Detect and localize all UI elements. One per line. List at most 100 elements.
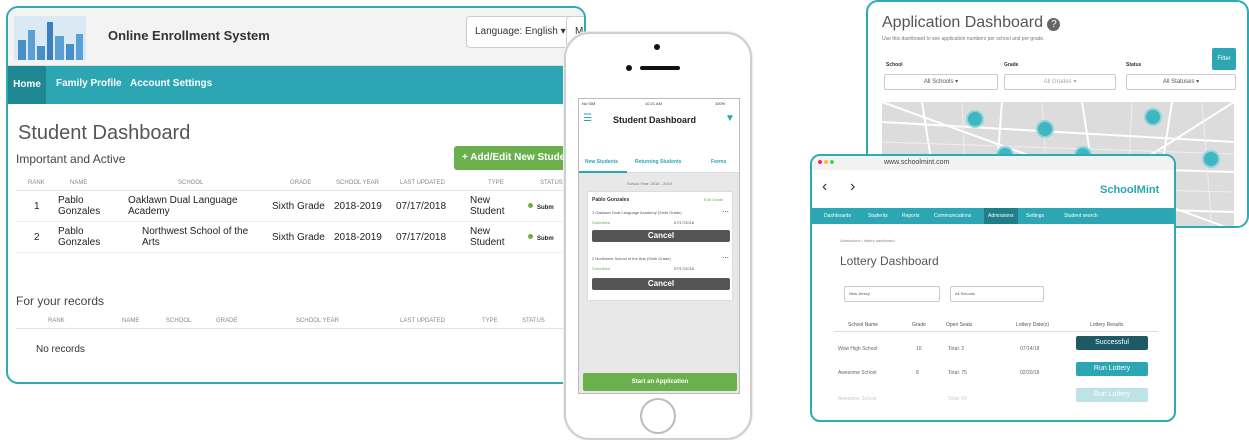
row-school: Wow High School [838, 346, 878, 352]
app-date: 07/17/2018 [674, 266, 695, 271]
run-lottery-button[interactable]: Run Lottery [1076, 388, 1148, 402]
row-type: New Student [458, 221, 522, 253]
sensor-icon [626, 65, 632, 71]
plus-icon: + [462, 152, 468, 163]
edit-grade-link[interactable]: Edit Grade [704, 197, 723, 202]
row-grade: Sixth Grade [266, 190, 328, 222]
schools-select[interactable]: All Schools [950, 286, 1044, 302]
row-school: Oaklawn Dual Language Academy [124, 190, 266, 222]
app-status: Submitted [592, 220, 611, 225]
row-seats: Total: 54 [948, 396, 967, 402]
col-rank: RANK [16, 176, 58, 191]
phone-title: Student Dashboard [613, 115, 697, 125]
active-tab-indicator [579, 171, 627, 173]
filter-icon[interactable]: ▼ [725, 113, 735, 124]
page-title: Student Dashboard [18, 122, 191, 144]
start-application-button[interactable]: Start an Application [583, 373, 737, 391]
school-pin-icon[interactable] [1202, 150, 1220, 168]
col-grade: GRADE [266, 176, 328, 191]
tab-forms[interactable]: Forms [711, 159, 726, 165]
status-dot-icon [528, 234, 533, 240]
phone-header: No SIM 10:21 AM 100% ☰ Student Dashboard… [579, 99, 739, 155]
cancel-button[interactable]: Cancel [592, 278, 730, 290]
more-icon[interactable]: ⋯ [722, 254, 729, 262]
schoolmint-logo: SchoolMint [1100, 184, 1160, 196]
appdash-title: Application Dashboard ? [882, 14, 1061, 32]
label-status: Status [1126, 62, 1142, 68]
more-icon[interactable]: ⋯ [722, 208, 729, 216]
filter-button[interactable]: Filter [1212, 48, 1236, 70]
clock-text: 10:21 AM [645, 101, 662, 106]
app-school: 2 Northwest School of the Arts (Sixth Gr… [592, 256, 671, 261]
nav-communications[interactable]: Communications [934, 213, 971, 219]
city-skyline-logo [14, 16, 86, 60]
lottery-nav: Dashboards Students Reports Communicatio… [812, 208, 1174, 224]
school-select[interactable]: All Schools ▾ [884, 74, 998, 90]
help-icon[interactable]: ? [1047, 18, 1061, 31]
row-date: 07/14/18 [1020, 346, 1040, 352]
nav-settings[interactable]: Settings [1026, 213, 1044, 219]
status-badge: Subm [537, 235, 554, 242]
col-open-seats: Open Seats [946, 322, 973, 328]
lottery-browser-window: www.schoolmint.com ‹ › SchoolMint Dashbo… [810, 154, 1176, 422]
top-bar: Online Enrollment System Language: Engli… [8, 8, 584, 67]
back-icon[interactable]: ‹ [822, 178, 827, 196]
hamburger-icon[interactable]: ☰ [583, 113, 592, 124]
cancel-button[interactable]: Cancel [592, 230, 730, 242]
home-button[interactable] [640, 398, 676, 434]
row-updated: 07/17/2018 [390, 221, 458, 253]
school-pin-icon[interactable] [1036, 120, 1054, 138]
grade-select-value: All Grades [1043, 79, 1072, 85]
nav-home[interactable]: Home [8, 66, 46, 104]
col-rank: RANK [16, 314, 92, 329]
row-year: 2018-2019 [328, 221, 390, 253]
appdash-title-text: Application Dashboard [882, 14, 1043, 31]
col-last-updated: LAST UPDATED [390, 176, 458, 191]
active-table: RANK NAME SCHOOL GRADE SCHOOL YEAR LAST … [16, 176, 584, 253]
table-row[interactable]: 1 Pablo Gonzales Oaklawn Dual Language A… [16, 190, 584, 222]
records-table: RANK NAME SCHOOL GRADE SCHOOL YEAR LAST … [16, 314, 584, 329]
camera-icon [654, 44, 660, 50]
student-card: Pablo Gonzales Edit Grade 1 Oaklawn Dual… [587, 191, 733, 301]
region-select[interactable]: New Jersey [844, 286, 940, 302]
lottery-header-row: School Name Grade Open Seats Lottery Dat… [834, 322, 1158, 332]
phone-screen: No SIM 10:21 AM 100% ☰ Student Dashboard… [578, 98, 740, 394]
phone-tabs: New Students Returning Students Forms [579, 155, 739, 173]
tab-returning-students[interactable]: Returning Students [635, 159, 681, 165]
app-school: 1 Oaklawn Dual Language Academy (Sixth G… [592, 210, 682, 215]
nav-dashboards[interactable]: Dashboards [824, 213, 851, 219]
app-status: Submitted [592, 266, 611, 271]
nav-student-search[interactable]: Student search [1064, 213, 1098, 219]
successful-button[interactable]: Successful [1076, 336, 1148, 350]
school-pin-icon[interactable] [966, 110, 984, 128]
nav-reports[interactable]: Reports [902, 213, 920, 219]
forward-icon[interactable]: › [850, 178, 855, 196]
tab-new-students[interactable]: New Students [585, 159, 618, 165]
col-school-year: SCHOOL YEAR [252, 314, 356, 329]
row-type: New Student [458, 190, 522, 222]
nav-admissions[interactable]: Admissions [984, 208, 1018, 224]
nav-students[interactable]: Students [868, 213, 888, 219]
col-school-name: School Name [848, 322, 879, 328]
row-school: Northwest School of the Arts [124, 221, 266, 253]
nav-family-profile[interactable]: Family Profile [56, 78, 122, 89]
row-name: Pablo Gonzales [58, 190, 124, 222]
breadcrumb: Admissions / lottery dashboard [840, 238, 895, 243]
status-dot-icon [528, 203, 533, 209]
carrier-text: No SIM [582, 101, 596, 106]
language-label: Language: English [475, 26, 558, 37]
table-row[interactable]: 2 Pablo Gonzales Northwest School of the… [16, 221, 584, 253]
col-grade: Grade [912, 322, 926, 328]
nav-account-settings[interactable]: Account Settings [130, 78, 212, 89]
school-pin-icon[interactable] [1144, 108, 1162, 126]
lottery-title: Lottery Dashboard [840, 254, 939, 268]
run-lottery-button[interactable]: Run Lottery [1076, 362, 1148, 376]
phone-device: No SIM 10:21 AM 100% ☰ Student Dashboard… [564, 32, 752, 440]
status-select[interactable]: All Statuses ▾ [1126, 74, 1236, 90]
section-records-heading: For your records [16, 294, 105, 308]
language-select[interactable]: Language: English ▾ [466, 16, 575, 48]
browser-url[interactable]: www.schoolmint.com [884, 159, 949, 166]
grade-select[interactable]: All Grades ▾ [1004, 74, 1116, 90]
row-name: Pablo Gonzales [58, 221, 124, 253]
label-grade: Grade [1004, 62, 1019, 68]
